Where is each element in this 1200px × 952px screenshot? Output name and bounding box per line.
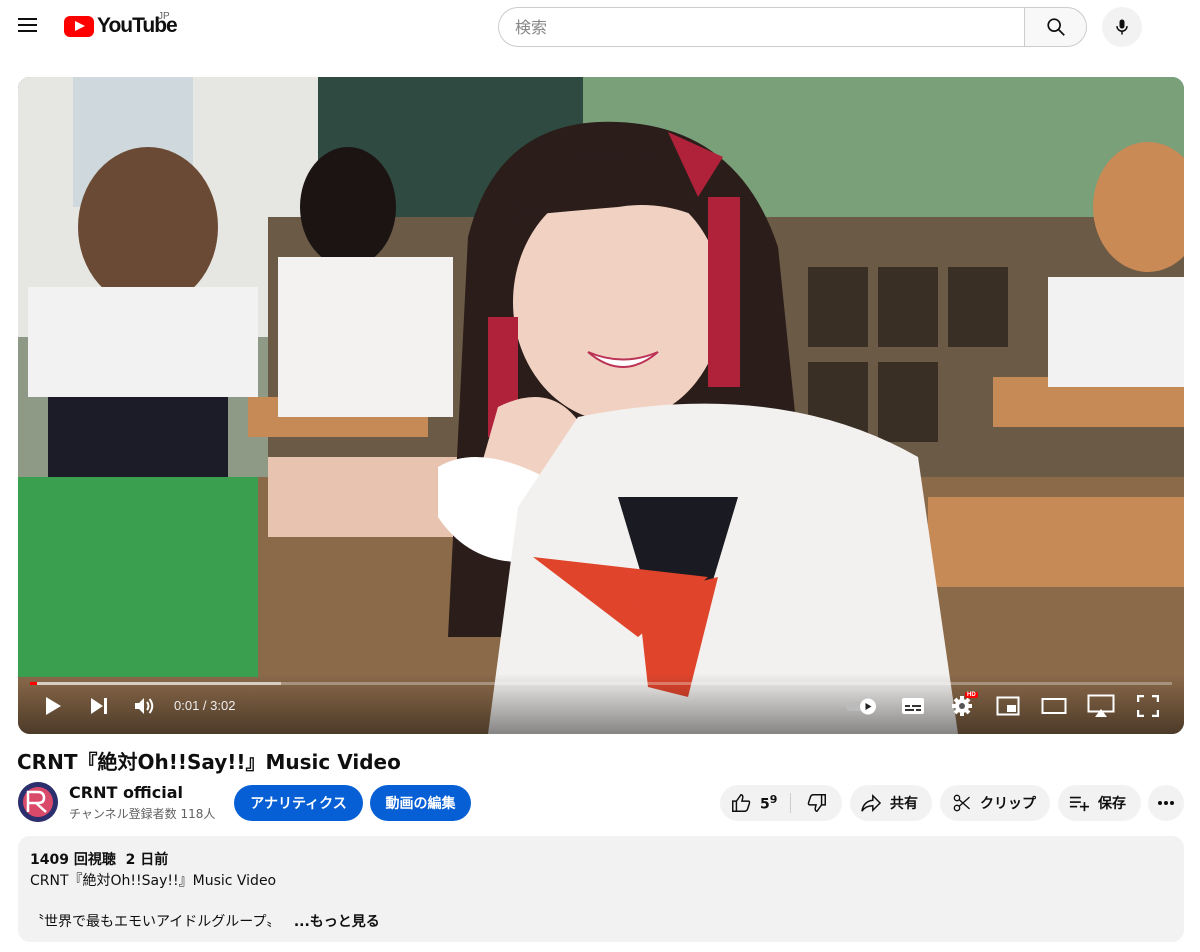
fullscreen-icon [1137, 695, 1159, 717]
analytics-button[interactable]: アナリティクス [234, 785, 363, 821]
video-frame [18, 77, 1184, 734]
search-icon [1046, 18, 1065, 36]
volume-icon [135, 698, 154, 714]
theater-icon [1041, 698, 1067, 714]
play-icon [46, 697, 61, 715]
hd-badge: HD [965, 692, 978, 698]
like-button[interactable]: 59 [720, 785, 790, 821]
play-button[interactable] [40, 694, 66, 718]
share-icon [861, 793, 882, 813]
show-more-link[interactable]: ...もっと見る [294, 914, 380, 930]
description-line-2-row: 〝世界で最もエモいアイドルグループ〟 ...もっと見る [30, 911, 380, 931]
autoplay-toggle-icon [846, 698, 876, 715]
duration: 3:02 [210, 698, 236, 713]
cast-icon [1087, 694, 1115, 717]
scissors-icon [953, 794, 970, 812]
like-count: 59 [760, 793, 778, 813]
progress-played [30, 682, 37, 685]
subtitles-icon [902, 698, 924, 714]
youtube-play-logo-icon [64, 15, 94, 37]
video-title: CRNT『絶対Oh!!Say!!』Music Video [17, 750, 401, 774]
description-box[interactable]: 1409 回視聴 2 日前 CRNT『絶対Oh!!Say!!』Music Vid… [18, 836, 1184, 942]
autoplay-toggle[interactable] [844, 694, 880, 718]
settings-button[interactable]: HD [947, 692, 978, 718]
volume-button[interactable] [132, 694, 158, 718]
view-count: 1409 回視聴 [30, 852, 116, 868]
search-box [498, 7, 1087, 47]
voice-search-button[interactable] [1102, 7, 1142, 47]
miniplayer-icon [996, 696, 1020, 716]
progress-bar[interactable] [30, 682, 1172, 685]
next-button[interactable] [86, 694, 112, 718]
menu-icon[interactable] [16, 14, 42, 40]
progress-loaded [30, 682, 282, 685]
like-icon [732, 794, 751, 812]
fullscreen-button[interactable] [1134, 694, 1162, 718]
mic-icon [1116, 19, 1128, 35]
theater-mode-button[interactable] [1040, 694, 1068, 718]
description-line-2: 〝世界で最もエモいアイドルグループ〟 [30, 914, 281, 930]
current-time: 0:01 [174, 698, 200, 713]
playlist-add-icon [1069, 796, 1089, 812]
search-input[interactable] [498, 7, 1024, 47]
miniplayer-button[interactable] [994, 694, 1022, 718]
edit-video-button[interactable]: 動画の編集 [370, 785, 471, 821]
channel-name[interactable]: CRNT official [69, 783, 183, 802]
subtitles-button[interactable] [900, 694, 926, 718]
like-divider [790, 793, 791, 813]
save-label: 保存 [1098, 796, 1126, 812]
share-label: 共有 [890, 796, 918, 812]
clip-label: クリップ [980, 796, 1036, 812]
share-button[interactable]: 共有 [850, 785, 932, 821]
upload-date: 2 日前 [125, 852, 169, 868]
next-icon [91, 698, 107, 714]
subscriber-count: チャンネル登録者数 118人 [69, 807, 216, 821]
dislike-icon [807, 794, 826, 812]
analytics-label: アナリティクス [250, 796, 347, 812]
player-controls: 0:01 / 3:02 HD [18, 674, 1184, 734]
cast-button[interactable] [1086, 694, 1116, 718]
country-code: JP [158, 11, 170, 22]
top-bar: YouTube JP [0, 0, 1200, 56]
clip-button[interactable]: クリップ [940, 785, 1050, 821]
description-meta: 1409 回視聴 2 日前 [30, 849, 168, 869]
save-button[interactable]: 保存 [1058, 785, 1141, 821]
channel-avatar[interactable] [18, 782, 58, 822]
video-player[interactable]: 0:01 / 3:02 HD [18, 77, 1184, 734]
time-separator: / [199, 698, 211, 713]
time-display: 0:01 / 3:02 [174, 698, 235, 713]
like-dislike-group: 59 [720, 785, 842, 821]
dislike-button[interactable] [792, 785, 842, 821]
edit-video-label: 動画の編集 [385, 796, 456, 812]
description-line-1: CRNT『絶対Oh!!Say!!』Music Video [30, 873, 277, 889]
search-button[interactable] [1024, 7, 1087, 47]
more-actions-button[interactable] [1148, 785, 1184, 821]
channel-logo-icon [18, 782, 58, 822]
more-icon [1158, 801, 1174, 805]
